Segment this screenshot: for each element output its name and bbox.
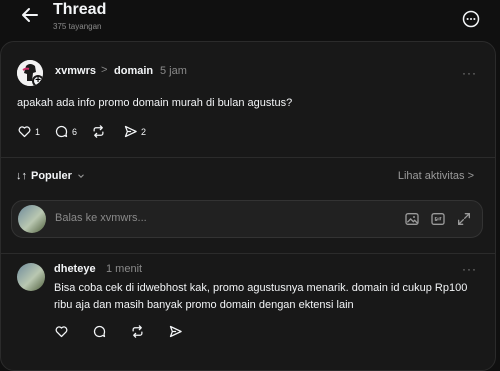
post-text: apakah ada info promo domain murah di bu… [17,97,293,109]
reply-input[interactable]: Balas ke xvmwrs... [55,212,147,224]
comment-username[interactable]: dheteye [54,263,96,275]
sort-arrows-icon: ↓↑ [16,170,27,182]
avatar[interactable] [17,263,45,291]
like-count: 1 [35,126,41,137]
expand-icon[interactable] [456,211,472,227]
divider [1,253,495,254]
comment-icon [55,125,68,138]
sort-dropdown[interactable]: ↓↑ Populer [16,170,86,182]
gif-icon[interactable] [430,211,446,227]
post-time: 5 jam [160,65,187,77]
comment-actions [54,324,200,339]
image-icon[interactable] [404,211,420,227]
view-activity-link[interactable]: Lihat aktivitas > [398,170,474,182]
repost-button[interactable] [91,124,109,139]
comment-icon [93,325,106,338]
comment-time: 1 menit [106,263,143,275]
sort-label: Populer [31,170,72,182]
reply-tools [404,211,472,227]
repost-icon [93,125,104,138]
comment-text: Bisa coba cek di idwebhost kak, promo ag… [54,282,468,311]
comment-button[interactable] [92,324,110,339]
send-icon [169,325,182,338]
share-count: 2 [141,126,147,137]
comment-button[interactable]: 6 [54,124,77,139]
like-button[interactable]: 1 [17,124,40,139]
share-button[interactable] [168,324,186,339]
chevron-right-icon: > [101,64,108,76]
comment-count: 6 [72,126,78,137]
repost-icon [132,325,143,338]
post-topic[interactable]: domain [114,65,153,77]
share-button[interactable]: 2 [123,124,146,139]
post-actions: 1 6 2 [17,124,160,139]
back-arrow-icon[interactable] [18,3,42,27]
send-icon [124,125,137,138]
page-title: Thread [53,1,107,18]
post-more-icon[interactable]: ··· [462,66,477,80]
chevron-down-icon [78,174,84,178]
heart-icon [18,126,31,138]
post-username[interactable]: xvmwrs [55,65,96,77]
top-bar: Thread 375 tayangan [0,0,500,40]
comment-more-icon[interactable]: ··· [462,262,477,276]
like-button[interactable] [54,324,72,339]
repost-button[interactable] [130,324,148,339]
follow-plus-icon[interactable]: + [32,75,43,86]
view-count: 375 tayangan [53,22,102,31]
avatar[interactable]: + [17,60,43,86]
divider [1,157,495,158]
avatar [18,205,46,233]
heart-icon [55,326,68,338]
more-options-icon[interactable] [462,10,480,28]
